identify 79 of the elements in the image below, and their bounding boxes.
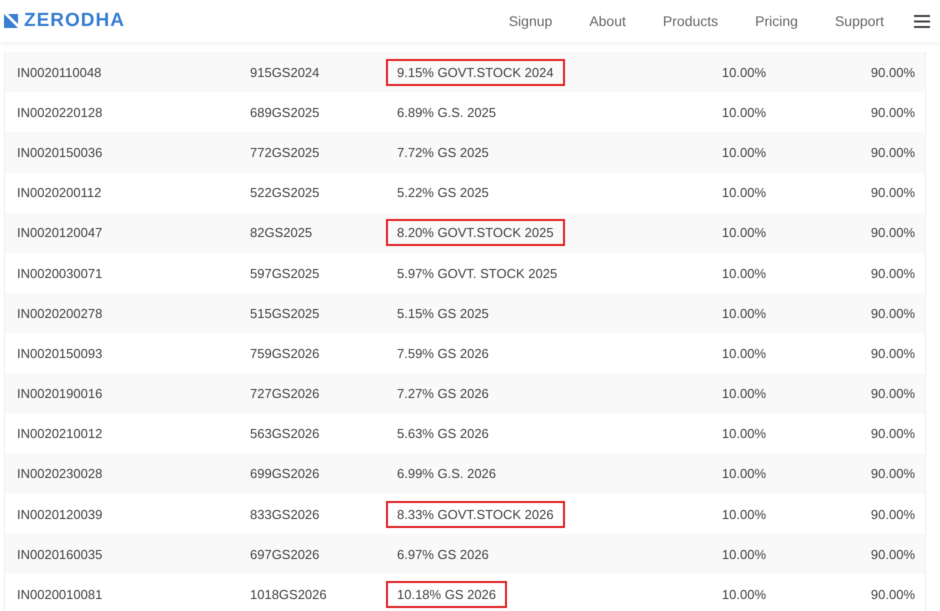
logo-icon bbox=[4, 14, 18, 28]
symbol-cell-text: 1018GS2026 bbox=[250, 587, 328, 602]
percentage-cell-text: 90.00% bbox=[870, 466, 915, 482]
isin-cell-text: IN0020160035 bbox=[17, 546, 104, 562]
percentage-cell-text: 90.00% bbox=[870, 346, 915, 361]
percentage-cell-text: 10.00% bbox=[720, 386, 766, 402]
isin-cell-text: IN0020030071 bbox=[17, 266, 104, 281]
name-cell: 5.63% GS 2026 bbox=[397, 426, 489, 442]
percentage-cell-text: 90.00% bbox=[870, 225, 915, 240]
percentage-cell-text: 90.00% bbox=[870, 306, 915, 321]
percentage-cell-text: 90.00% bbox=[870, 506, 915, 522]
isin-cell-text: IN0020150036 bbox=[17, 144, 104, 160]
symbol-cell-text: 82GS2025 bbox=[250, 225, 314, 240]
symbol-cell-text: 759GS2026 bbox=[250, 346, 320, 361]
isin-cell-text: IN0020120047 bbox=[17, 225, 104, 240]
percentage-cell-text: 90.00% bbox=[870, 266, 915, 281]
nav-link[interactable]: Products bbox=[662, 13, 718, 29]
isin-cell-text: IN0020210012 bbox=[17, 426, 104, 442]
isin-cell-text: IN0020200112 bbox=[17, 185, 102, 200]
percentage-cell-text: 10.00% bbox=[720, 426, 766, 442]
symbol-cell-text: 772GS2025 bbox=[250, 144, 320, 160]
percentage-cell-text: 10.00% bbox=[720, 144, 766, 160]
percentage-cell-text: 10.00% bbox=[720, 346, 766, 361]
percentage-cell-text: 90.00% bbox=[870, 144, 915, 160]
name-cell: 7.72% GS 2025 bbox=[397, 144, 489, 160]
percentage-cell-text: 10.00% bbox=[720, 64, 766, 80]
percentage-cell-text: 10.00% bbox=[720, 466, 766, 482]
percentage-cell-text: 10.00% bbox=[720, 225, 766, 240]
symbol-cell-text: 833GS2026 bbox=[250, 506, 320, 522]
nav-link[interactable]: About bbox=[589, 13, 626, 29]
nav-link[interactable]: Signup bbox=[508, 13, 552, 29]
symbol-cell-text: 915GS2024 bbox=[250, 64, 320, 80]
isin-cell-text: IN0020120039 bbox=[17, 506, 104, 522]
nav-link[interactable]: Support bbox=[834, 13, 884, 29]
isin-cell-text: IN0020150093 bbox=[17, 346, 104, 361]
highlighted-name-cell: 8.33% GOVT.STOCK 2026 bbox=[386, 500, 565, 528]
symbol-cell-text: 689GS2025 bbox=[250, 104, 320, 120]
percentage-cell-text: 10.00% bbox=[720, 266, 766, 281]
nav-link[interactable]: Pricing bbox=[755, 13, 798, 29]
name-cell: 5.22% GS 2025 bbox=[397, 185, 489, 200]
name-cell: 5.97% GOVT. STOCK 2025 bbox=[397, 266, 558, 281]
name-cell: 7.27% GS 2026 bbox=[397, 386, 489, 402]
isin-cell-text: IN0020010081 bbox=[17, 587, 104, 602]
isin-cell-text: IN0020110048 bbox=[17, 64, 102, 80]
name-cell: 6.99% G.S. 2026 bbox=[397, 466, 496, 482]
isin-cell-text: IN0020190016 bbox=[17, 386, 104, 402]
menu-button[interactable] bbox=[914, 14, 930, 28]
highlighted-name-cell: 8.20% GOVT.STOCK 2025 bbox=[386, 219, 565, 246]
logo[interactable]: ZERODHA bbox=[24, 10, 125, 32]
percentage-cell-text: 90.00% bbox=[870, 587, 915, 602]
percentage-cell-text: 90.00% bbox=[870, 185, 915, 200]
percentage-cell-text: 10.00% bbox=[720, 506, 766, 522]
symbol-cell-text: 699GS2026 bbox=[250, 466, 320, 482]
percentage-cell-text: 10.00% bbox=[720, 185, 766, 200]
highlighted-name-cell: 9.15% GOVT.STOCK 2024 bbox=[386, 58, 565, 86]
symbol-cell-text: 563GS2026 bbox=[250, 426, 320, 442]
name-cell: 7.59% GS 2026 bbox=[397, 346, 489, 361]
menu-icon bbox=[914, 14, 930, 28]
symbol-cell-text: 597GS2025 bbox=[250, 266, 320, 281]
percentage-cell-text: 90.00% bbox=[870, 64, 915, 80]
percentage-cell-text: 90.00% bbox=[870, 546, 915, 562]
percentage-cell-text: 90.00% bbox=[870, 426, 915, 442]
isin-cell-text: IN0020230028 bbox=[17, 466, 104, 482]
symbol-cell-text: 697GS2026 bbox=[250, 546, 320, 562]
name-cell: 6.97% GS 2026 bbox=[397, 546, 489, 562]
isin-cell-text: IN0020220128 bbox=[17, 104, 104, 120]
symbol-cell-text: 727GS2026 bbox=[250, 386, 320, 402]
isin-cell-text: IN0020200278 bbox=[17, 306, 104, 321]
name-cell: 5.15% GS 2025 bbox=[397, 306, 489, 321]
symbol-cell-text: 515GS2025 bbox=[250, 306, 320, 321]
percentage-cell-text: 10.00% bbox=[720, 104, 766, 120]
name-cell: 6.89% G.S. 2025 bbox=[397, 104, 496, 120]
percentage-cell-text: 10.00% bbox=[720, 306, 766, 321]
percentage-cell-text: 10.00% bbox=[720, 546, 766, 562]
percentage-cell-text: 90.00% bbox=[870, 386, 915, 402]
percentage-cell-text: 90.00% bbox=[870, 104, 915, 120]
symbol-cell-text: 522GS2025 bbox=[250, 185, 320, 200]
percentage-cell-text: 10.00% bbox=[720, 587, 766, 602]
highlighted-name-cell: 10.18% GS 2026 bbox=[386, 581, 508, 608]
